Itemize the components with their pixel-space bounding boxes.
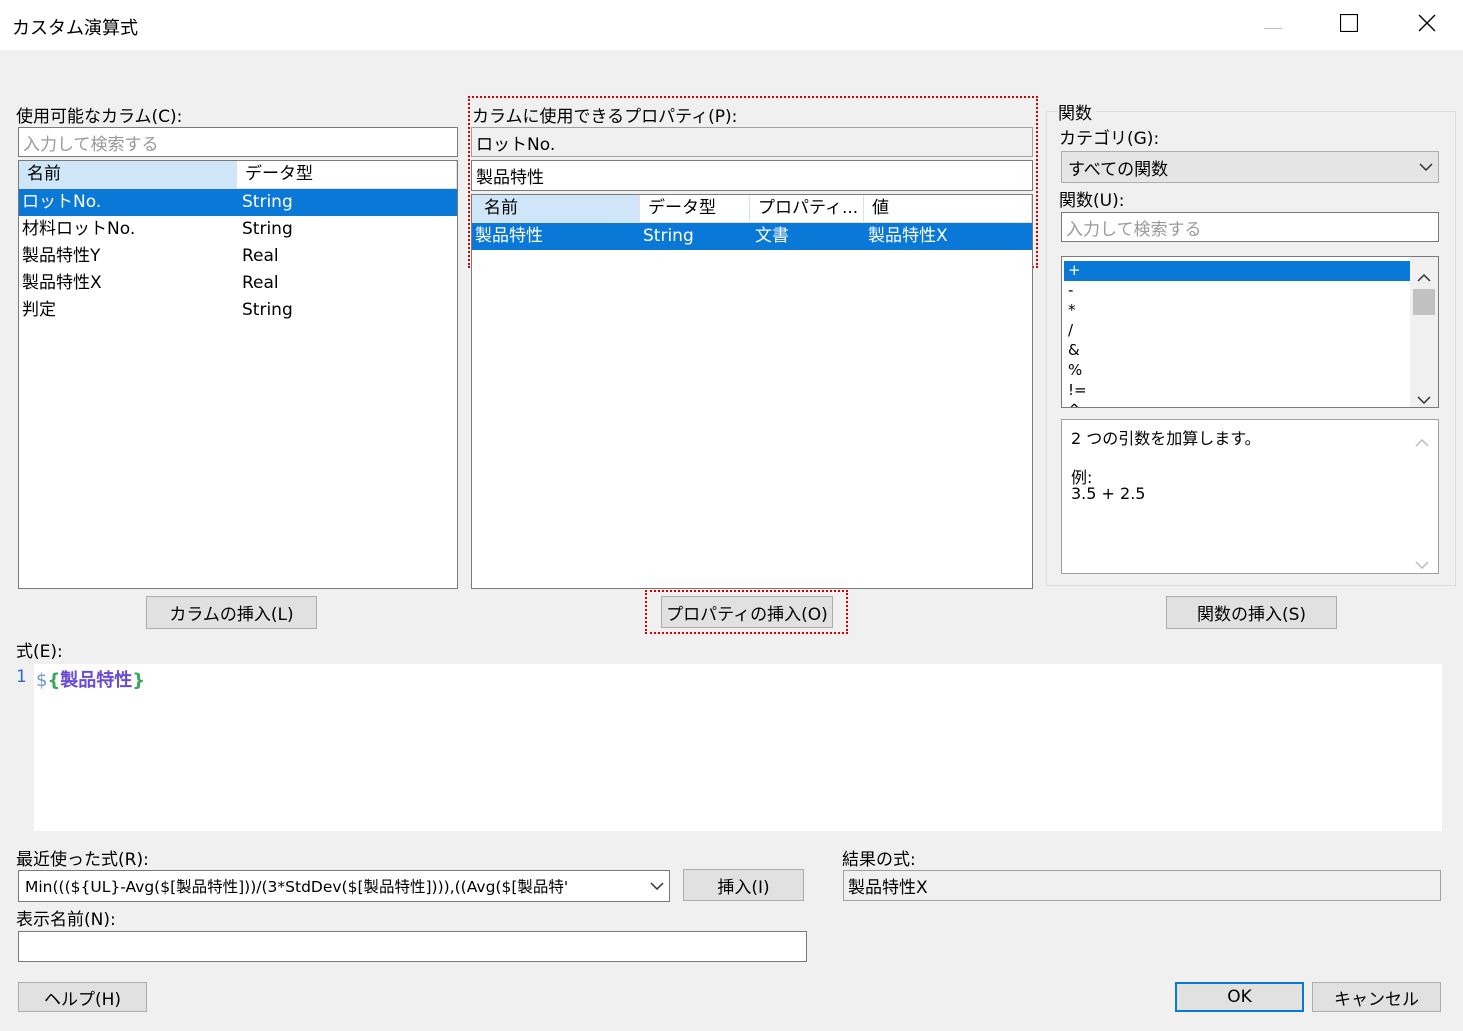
category-select[interactable]: すべての関数	[1061, 151, 1439, 183]
ok-button[interactable]: OK	[1175, 982, 1304, 1012]
properties-search-input[interactable]: 製品特性	[471, 160, 1033, 191]
list-item[interactable]: &	[1068, 340, 1087, 360]
display-name-input[interactable]	[18, 931, 807, 962]
result-field: 製品特性X	[843, 870, 1441, 901]
columns-label: 使用可能なカラム(C):	[16, 107, 183, 127]
chevron-down-icon	[645, 879, 669, 894]
functions-list-selection	[1064, 261, 1410, 281]
line-number: 1	[16, 667, 27, 687]
expression-text: ${製品特性}	[36, 670, 146, 691]
prop-header-name[interactable]: 名前	[472, 195, 640, 223]
table-row[interactable]: 製品特性 String 文書 製品特性X	[472, 223, 1032, 250]
columns-list[interactable]: 名前 データ型 ロットNo. String 材料ロットNo. String 製品…	[18, 160, 458, 589]
result-label: 結果の式:	[842, 850, 916, 870]
expression-editor[interactable]: ${製品特性}	[34, 664, 1442, 831]
help-button[interactable]: ヘルプ(H)	[18, 982, 147, 1012]
function-description: 2 つの引数を加算します。 例: 3.5 + 2.5	[1061, 419, 1439, 574]
scroll-thumb[interactable]	[1413, 289, 1435, 315]
scroll-down-icon[interactable]	[1417, 389, 1431, 407]
scroll-down-icon[interactable]	[1415, 554, 1429, 573]
properties-label: カラムに使用できるプロパティ(P):	[472, 107, 738, 127]
expression-label: 式(E):	[16, 642, 63, 662]
table-row[interactable]: ロットNo. String	[19, 189, 457, 216]
cancel-button[interactable]: キャンセル	[1312, 982, 1441, 1012]
display-name-label: 表示名前(N):	[16, 910, 116, 930]
prop-header-property[interactable]: プロパティ...	[750, 195, 864, 223]
insert-column-button[interactable]: カラムの挿入(L)	[146, 596, 317, 629]
chevron-down-icon	[1414, 160, 1438, 175]
table-row[interactable]: 製品特性Y Real	[19, 243, 457, 270]
close-button[interactable]	[1391, 0, 1463, 50]
functions-label: 関数(U):	[1059, 191, 1125, 211]
prop-header-type[interactable]: データ型	[640, 195, 750, 223]
insert-property-button[interactable]: プロパティの挿入(O)	[661, 596, 833, 628]
list-item[interactable]: +	[1068, 260, 1087, 280]
insert-recent-button[interactable]: 挿入(I)	[683, 869, 804, 901]
recent-select[interactable]: Min(((${UL}-Avg($[製品特性]))/(3*StdDev($[製品…	[18, 870, 670, 902]
maximize-icon	[1339, 13, 1359, 37]
functions-scrollbar[interactable]	[1410, 257, 1438, 407]
functions-search-input[interactable]: 入力して検索する	[1061, 212, 1439, 242]
minimize-button[interactable]	[1237, 0, 1309, 50]
list-item[interactable]: *	[1068, 300, 1087, 320]
functions-list[interactable]: + - * / & % != ^	[1061, 256, 1439, 408]
table-row[interactable]: 判定 String	[19, 297, 457, 324]
properties-list[interactable]: 名前 データ型 プロパティ... 値 製品特性 String 文書 製品特性X	[471, 194, 1033, 589]
selected-column-field: ロットNo.	[471, 127, 1033, 157]
list-item[interactable]: /	[1068, 320, 1087, 340]
columns-search-input[interactable]: 入力して検索する	[18, 127, 458, 157]
minimize-icon	[1264, 15, 1282, 35]
columns-list-header: 名前 データ型	[19, 161, 457, 189]
scroll-up-icon[interactable]	[1417, 267, 1431, 287]
list-item[interactable]: -	[1068, 280, 1087, 300]
maximize-button[interactable]	[1313, 0, 1385, 50]
list-item[interactable]: ^	[1068, 400, 1087, 407]
properties-list-header: 名前 データ型 プロパティ... 値	[472, 195, 1032, 223]
scroll-up-icon[interactable]	[1415, 432, 1429, 452]
window-title: カスタム演算式	[12, 18, 138, 39]
functions-list-items: + - * / & % != ^	[1068, 260, 1087, 407]
functions-group-label: 関数	[1058, 99, 1096, 124]
close-icon	[1418, 14, 1436, 37]
col-header-type[interactable]: データ型	[237, 161, 457, 189]
category-label: カテゴリ(G):	[1059, 129, 1160, 149]
table-row[interactable]: 製品特性X Real	[19, 270, 457, 297]
recent-label: 最近使った式(R):	[16, 850, 149, 870]
table-row[interactable]: 材料ロットNo. String	[19, 216, 457, 243]
list-item[interactable]: !=	[1068, 380, 1087, 400]
insert-function-button[interactable]: 関数の挿入(S)	[1166, 596, 1337, 629]
prop-header-value[interactable]: 値	[864, 195, 1032, 223]
col-header-name[interactable]: 名前	[19, 161, 237, 189]
list-item[interactable]: %	[1068, 360, 1087, 380]
